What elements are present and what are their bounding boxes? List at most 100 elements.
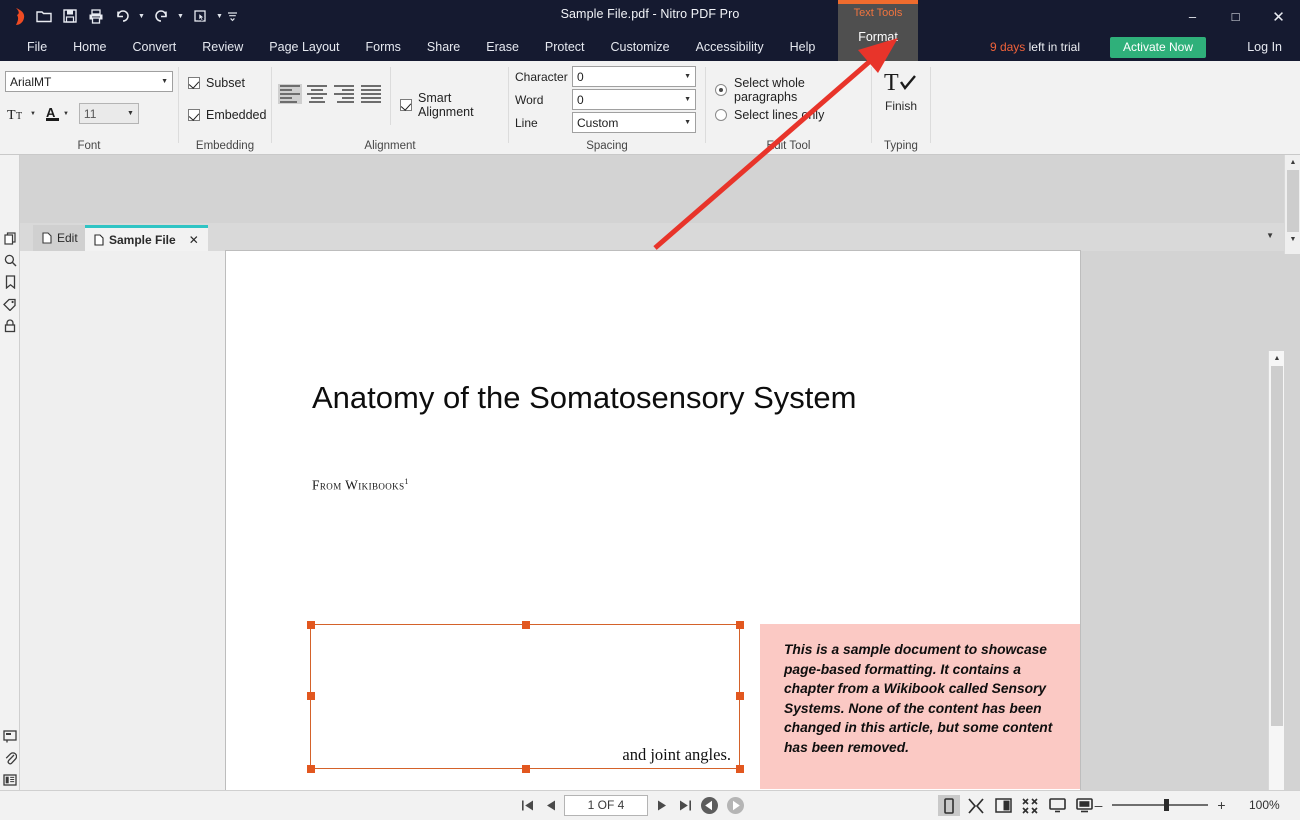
- resize-handle-bottom-left[interactable]: [306, 764, 315, 773]
- smart-alignment-label: Smart Alignment: [418, 91, 474, 119]
- attachments-paperclip-icon[interactable]: [0, 747, 20, 769]
- embedded-checkbox[interactable]: Embedded: [188, 108, 266, 122]
- byline-text: From Wikibooks: [312, 477, 405, 493]
- close-icon[interactable]: ✕: [189, 233, 199, 247]
- zoom-slider-knob[interactable]: [1164, 799, 1169, 811]
- next-view-icon[interactable]: [724, 794, 746, 816]
- close-button[interactable]: ✕: [1257, 0, 1300, 33]
- font-color-icon[interactable]: A ▼: [45, 105, 69, 122]
- tags-icon[interactable]: [0, 293, 20, 315]
- resize-handle-top-center[interactable]: [522, 620, 530, 629]
- search-icon[interactable]: [0, 249, 20, 271]
- page-indicator-input[interactable]: 1 OF 4: [564, 794, 648, 816]
- resize-handle-bottom-center[interactable]: [522, 764, 530, 773]
- single-page-view-icon[interactable]: [938, 795, 960, 816]
- smart-alignment-checkbox[interactable]: Smart Alignment: [400, 91, 508, 119]
- ribbon-group-font: ArialMT ▼ TT ▼ A ▼ 11 ▼ Font: [0, 61, 178, 155]
- resize-handle-bottom-right[interactable]: [735, 764, 744, 773]
- align-left-button[interactable]: [278, 84, 302, 104]
- scroll-up-icon[interactable]: ▲: [1285, 155, 1300, 170]
- title-bar: ▼ ▼ ▼ Sample File.pdf - Nitro PDF Pro – …: [0, 0, 1300, 33]
- fit-page-view-icon[interactable]: [1019, 795, 1041, 816]
- ribbon-group-edit-tool: Select whole paragraphs Select lines onl…: [706, 61, 871, 155]
- first-page-icon[interactable]: [518, 794, 537, 816]
- select-lines-only-radio[interactable]: Select lines only: [715, 108, 824, 122]
- subset-checkbox[interactable]: Subset: [188, 76, 245, 90]
- next-page-icon[interactable]: [652, 794, 671, 816]
- scroll-up-icon[interactable]: ▲: [1269, 351, 1285, 366]
- resize-handle-top-right[interactable]: [735, 620, 744, 629]
- menu-item-home[interactable]: Home: [60, 33, 119, 61]
- text-case-icon[interactable]: TT ▼: [7, 107, 36, 121]
- line-spacing-select[interactable]: Custom ▼: [572, 112, 696, 133]
- pages-panel-icon[interactable]: [0, 227, 20, 249]
- scrollbar-thumb[interactable]: [1287, 170, 1299, 232]
- two-page-view-icon[interactable]: [992, 795, 1014, 816]
- zoom-slider[interactable]: [1112, 796, 1208, 814]
- word-spacing-select[interactable]: 0 ▼: [572, 89, 696, 110]
- scroll-down-icon[interactable]: ▼: [1285, 232, 1300, 247]
- security-lock-icon[interactable]: [0, 315, 20, 337]
- select-whole-paragraphs-radio[interactable]: Select whole paragraphs: [715, 76, 871, 104]
- maximize-button[interactable]: □: [1214, 0, 1257, 33]
- chevron-down-icon[interactable]: ▼: [1266, 231, 1274, 240]
- document-area: Edit Sample File ✕ ▼ Anatomy of the Soma…: [0, 155, 1300, 820]
- rail-bottom-icons: [0, 725, 20, 791]
- line-label: Line: [515, 115, 538, 130]
- character-spacing-select[interactable]: 0 ▼: [572, 66, 696, 87]
- align-justify-button[interactable]: [359, 84, 383, 104]
- align-right-button[interactable]: [332, 84, 356, 104]
- font-size-select[interactable]: 11 ▼: [78, 103, 139, 124]
- resize-handle-middle-right[interactable]: [735, 692, 744, 700]
- reader-view-icon[interactable]: [1073, 795, 1095, 816]
- finish-typing-button[interactable]: T Finish: [872, 69, 930, 113]
- layers-panel-icon[interactable]: [0, 769, 20, 791]
- bookmarks-icon[interactable]: [0, 271, 20, 293]
- page-vertical-scrollbar[interactable]: ▲ ▼: [1268, 351, 1284, 820]
- text-selection-box[interactable]: and joint angles.: [306, 620, 744, 773]
- pdf-page[interactable]: Anatomy of the Somatosensory System From…: [226, 251, 1080, 790]
- resize-handle-top-left[interactable]: [306, 620, 315, 629]
- menu-item-help[interactable]: Help: [777, 33, 829, 61]
- menu-bar: File Home Convert Review Page Layout For…: [0, 33, 1300, 61]
- tab-format[interactable]: Format: [838, 30, 918, 44]
- menu-item-erase[interactable]: Erase: [473, 33, 532, 61]
- chevron-down-icon[interactable]: ▼: [30, 111, 36, 117]
- zoom-in-button[interactable]: +: [1216, 797, 1227, 813]
- align-center-button[interactable]: [305, 84, 329, 104]
- menu-item-customize[interactable]: Customize: [598, 33, 683, 61]
- menu-item-forms[interactable]: Forms: [352, 33, 413, 61]
- word-spacing-value: 0: [577, 92, 584, 107]
- log-in-button[interactable]: Log In: [1247, 33, 1282, 61]
- activate-now-button[interactable]: Activate Now: [1109, 37, 1206, 58]
- menu-item-file[interactable]: File: [14, 33, 60, 61]
- previous-view-icon[interactable]: [698, 794, 720, 816]
- fit-width-view-icon[interactable]: [965, 795, 987, 816]
- chevron-down-icon: ▼: [684, 96, 691, 103]
- ribbon-group-spacing: Character 0 ▼ Word 0 ▼ Line Custom ▼ Spa…: [509, 61, 705, 155]
- menu-item-accessibility[interactable]: Accessibility: [683, 33, 777, 61]
- font-family-select[interactable]: ArialMT ▼: [5, 71, 173, 92]
- tab-sample-file[interactable]: Sample File ✕: [85, 225, 208, 251]
- tab-edit[interactable]: Edit: [33, 225, 87, 251]
- text-tools-context-tab[interactable]: Text Tools Format: [838, 0, 918, 61]
- menu-item-convert[interactable]: Convert: [120, 33, 190, 61]
- menu-item-share[interactable]: Share: [414, 33, 473, 61]
- chevron-down-icon[interactable]: ▼: [63, 111, 69, 117]
- document-tab-strip: Edit Sample File ✕ ▼: [20, 223, 1284, 251]
- menu-item-protect[interactable]: Protect: [532, 33, 598, 61]
- menu-item-review[interactable]: Review: [189, 33, 256, 61]
- trial-days: 9 days: [989, 40, 1026, 54]
- scrollbar-thumb[interactable]: [1271, 366, 1283, 726]
- menu-item-page-layout[interactable]: Page Layout: [256, 33, 352, 61]
- document-canvas: Anatomy of the Somatosensory System From…: [20, 251, 1284, 820]
- presentation-view-icon[interactable]: [1046, 795, 1068, 816]
- minimize-button[interactable]: –: [1171, 0, 1214, 33]
- finish-label: Finish: [884, 99, 917, 113]
- resize-handle-middle-left[interactable]: [306, 692, 315, 700]
- outer-vertical-scrollbar[interactable]: ▲ ▼: [1284, 155, 1300, 254]
- previous-page-icon[interactable]: [541, 794, 560, 816]
- zoom-out-button[interactable]: –: [1093, 797, 1104, 813]
- comments-panel-icon[interactable]: [0, 725, 20, 747]
- last-page-icon[interactable]: [675, 794, 694, 816]
